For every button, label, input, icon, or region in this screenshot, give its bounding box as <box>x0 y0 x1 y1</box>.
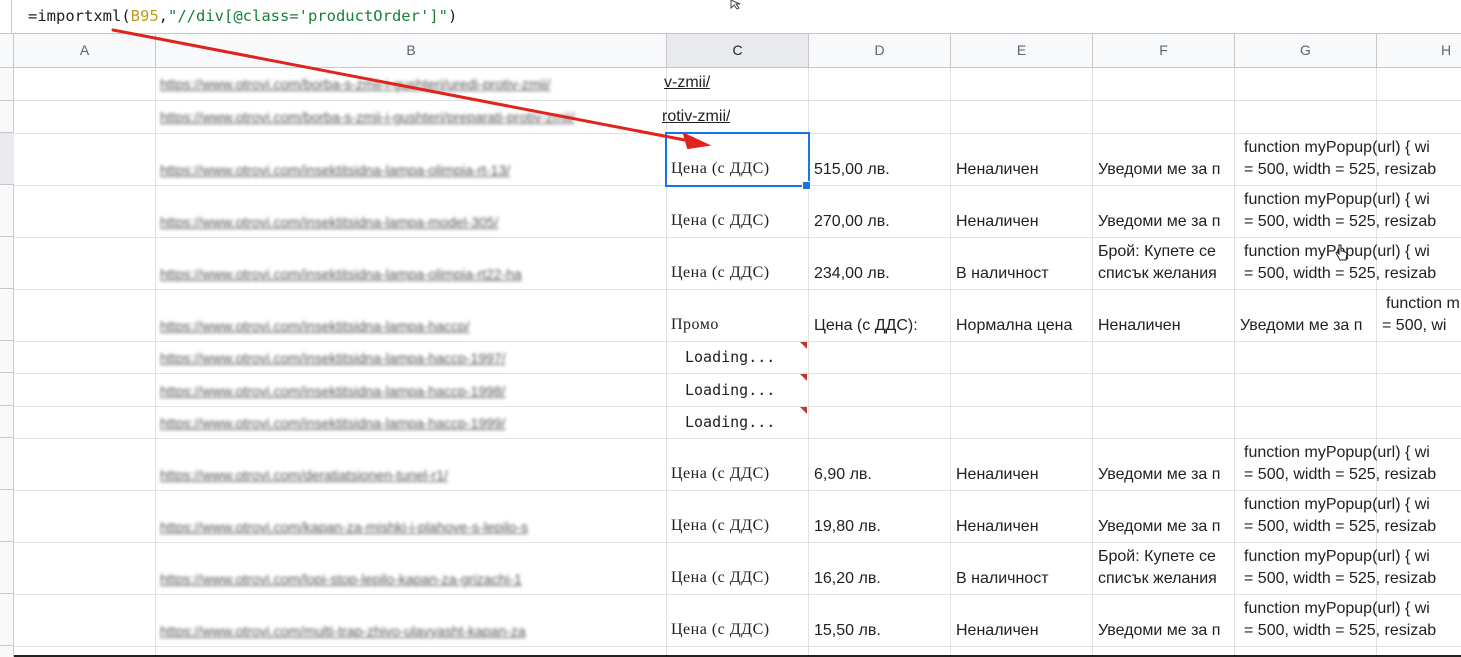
annotation-arrow-icon <box>111 28 712 150</box>
hand-pointer-icon <box>1335 244 1348 261</box>
